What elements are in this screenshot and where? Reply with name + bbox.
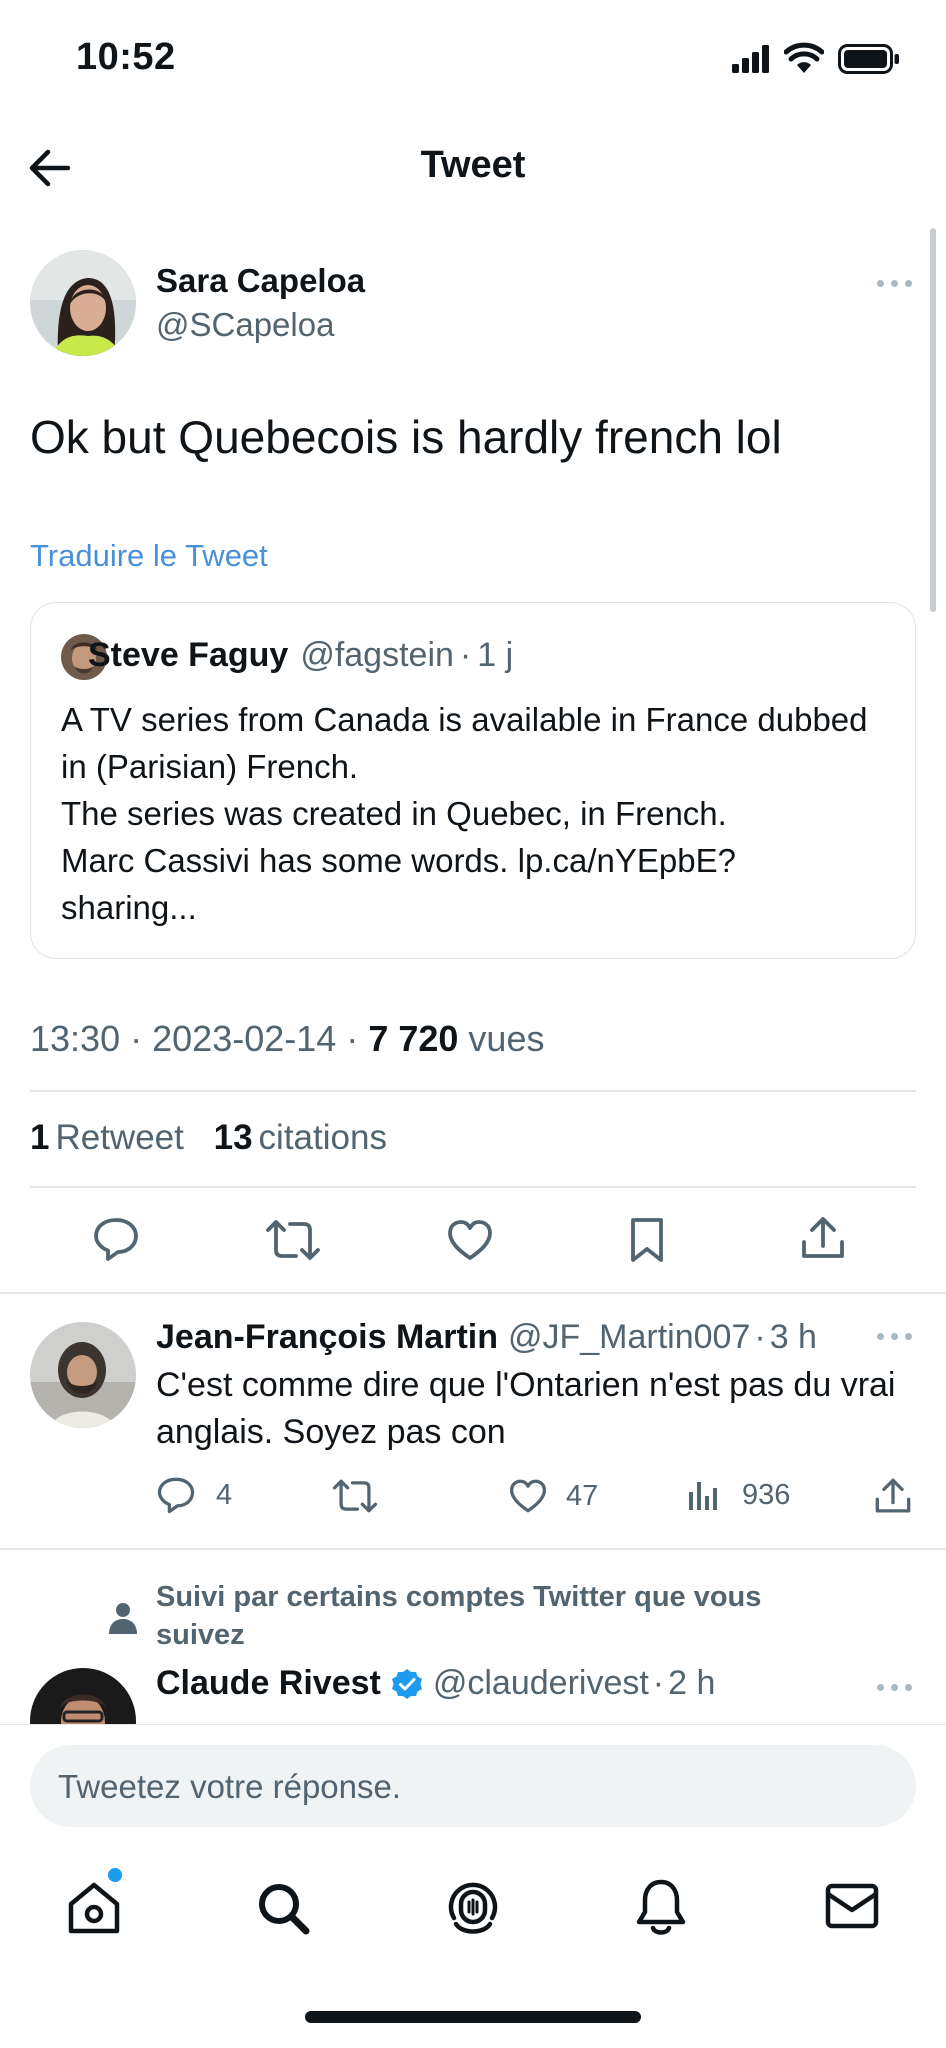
reply-button[interactable]: [92, 1216, 140, 1262]
views-label: vues: [468, 1018, 545, 1059]
reply-author-handle[interactable]: @clauderivest: [433, 1664, 649, 1703]
tweet-text: Ok but Quebecois is hardly french lol: [30, 411, 782, 463]
tweet-meta: 13:30 · 2023-02-14 · 7 720 vues: [30, 1018, 544, 1060]
share-icon: [875, 1478, 911, 1513]
status-time: 10:52: [76, 36, 176, 78]
verified-icon: [391, 1668, 422, 1699]
tab-home[interactable]: [66, 1880, 122, 1936]
retweets-stat[interactable]: 1 Retweet: [30, 1118, 184, 1157]
quote-author-name: Steve Faguy: [88, 636, 289, 674]
reply-icon: [157, 1477, 195, 1514]
tab-search[interactable]: [255, 1880, 311, 1936]
signal-icon: [732, 45, 772, 73]
quotes-label: citations: [258, 1118, 387, 1157]
more-icon[interactable]: [877, 1684, 912, 1691]
separator: ·: [459, 636, 472, 674]
views-icon: [689, 1482, 717, 1510]
reply-header: Claude Rivest @clauderivest · 2 h: [156, 1664, 715, 1703]
reply-author-avatar[interactable]: [30, 1322, 136, 1428]
like-count: 47: [566, 1479, 599, 1512]
reply-author-avatar[interactable]: [30, 1668, 136, 1724]
reply-icon: [94, 1218, 138, 1261]
tweet-time: 13:30: [30, 1018, 121, 1059]
reply-like-button[interactable]: 47: [508, 1478, 598, 1514]
quotes-stat[interactable]: 13 citations: [214, 1118, 387, 1157]
reply-author-handle[interactable]: @JF_Martin007: [508, 1318, 750, 1357]
tweet-date: 2023-02-14: [152, 1018, 337, 1059]
share-icon: [802, 1217, 844, 1258]
author-avatar[interactable]: [30, 250, 136, 356]
scrollbar[interactable]: [930, 228, 936, 612]
separator: ·: [652, 1664, 665, 1702]
quote-author-handle: @fagstein: [300, 636, 454, 674]
divider: [0, 1548, 946, 1550]
reply-time: 2 h: [668, 1664, 716, 1702]
more-icon[interactable]: [877, 1333, 912, 1340]
like-icon: [510, 1479, 546, 1513]
reply-author-name[interactable]: Claude Rivest: [156, 1664, 381, 1703]
tab-spaces[interactable]: [444, 1878, 502, 1938]
reply-tweet[interactable]: Claude Rivest @clauderivest · 2 h: [0, 1660, 946, 1724]
wifi-icon: [784, 42, 824, 73]
reply-composer-placeholder[interactable]: Tweetez votre réponse.: [58, 1768, 401, 1806]
home-notification-dot: [108, 1868, 122, 1882]
tab-notifications[interactable]: [634, 1878, 688, 1936]
home-indicator[interactable]: [305, 2011, 641, 2023]
status-bar: 10:52: [0, 0, 946, 110]
divider: [30, 1090, 916, 1092]
bookmark-button[interactable]: [627, 1216, 667, 1264]
notifications-icon: [636, 1879, 686, 1935]
views-count: 7 720: [368, 1018, 459, 1059]
tab-messages[interactable]: [824, 1882, 880, 1930]
social-context: Suivi par certains comptes Twitter que v…: [156, 1581, 762, 1651]
more-icon[interactable]: [877, 280, 912, 287]
retweets-label: Retweet: [55, 1118, 184, 1157]
author-name[interactable]: Sara Capeloa: [156, 262, 365, 300]
like-icon: [448, 1220, 492, 1260]
spaces-icon: [448, 1882, 498, 1934]
author-handle[interactable]: @SCapeloa: [156, 306, 334, 344]
share-button[interactable]: [800, 1214, 846, 1262]
reply-header: Jean-François Martin @JF_Martin007 · 3 h: [156, 1318, 817, 1357]
reply-reply-button[interactable]: 4: [156, 1476, 232, 1514]
retweet-button[interactable]: [266, 1218, 320, 1262]
quotes-count: 13: [213, 1118, 253, 1157]
divider: [30, 1186, 916, 1188]
retweet-icon: [266, 1220, 320, 1260]
quote-header: Steve Faguy @fagstein · 1 j: [88, 636, 513, 675]
messages-icon: [825, 1883, 879, 1929]
search-icon: [259, 1884, 310, 1935]
tweet-stats: 1 Retweet 13 citations: [30, 1118, 387, 1158]
battery-icon: [838, 44, 900, 74]
reply-count: 4: [216, 1478, 233, 1511]
reply-author-name[interactable]: Jean-François Martin: [156, 1318, 498, 1357]
quote-text: A TV series from Canada is available in …: [61, 701, 868, 926]
separator: ·: [754, 1318, 766, 1356]
person-icon: [108, 1602, 138, 1634]
reply-retweet-button[interactable]: [332, 1478, 378, 1514]
translate-link[interactable]: Traduire le Tweet: [30, 538, 268, 574]
separator: ·: [130, 1018, 143, 1059]
home-icon: [68, 1882, 120, 1934]
reply-text: C'est comme dire que l'Ontarien n'est pa…: [156, 1366, 896, 1451]
reply-views[interactable]: 936: [686, 1478, 790, 1512]
retweets-count: 1: [30, 1118, 50, 1157]
separator: ·: [346, 1018, 359, 1059]
quote-time: 1 j: [477, 636, 514, 674]
reply-time: 3 h: [769, 1318, 817, 1356]
reply-share-button[interactable]: [874, 1476, 912, 1516]
like-button[interactable]: [446, 1218, 494, 1262]
views-count: 936: [742, 1478, 791, 1511]
retweet-icon: [332, 1479, 378, 1513]
bookmark-icon: [631, 1218, 663, 1262]
page-title: Tweet: [420, 144, 526, 186]
